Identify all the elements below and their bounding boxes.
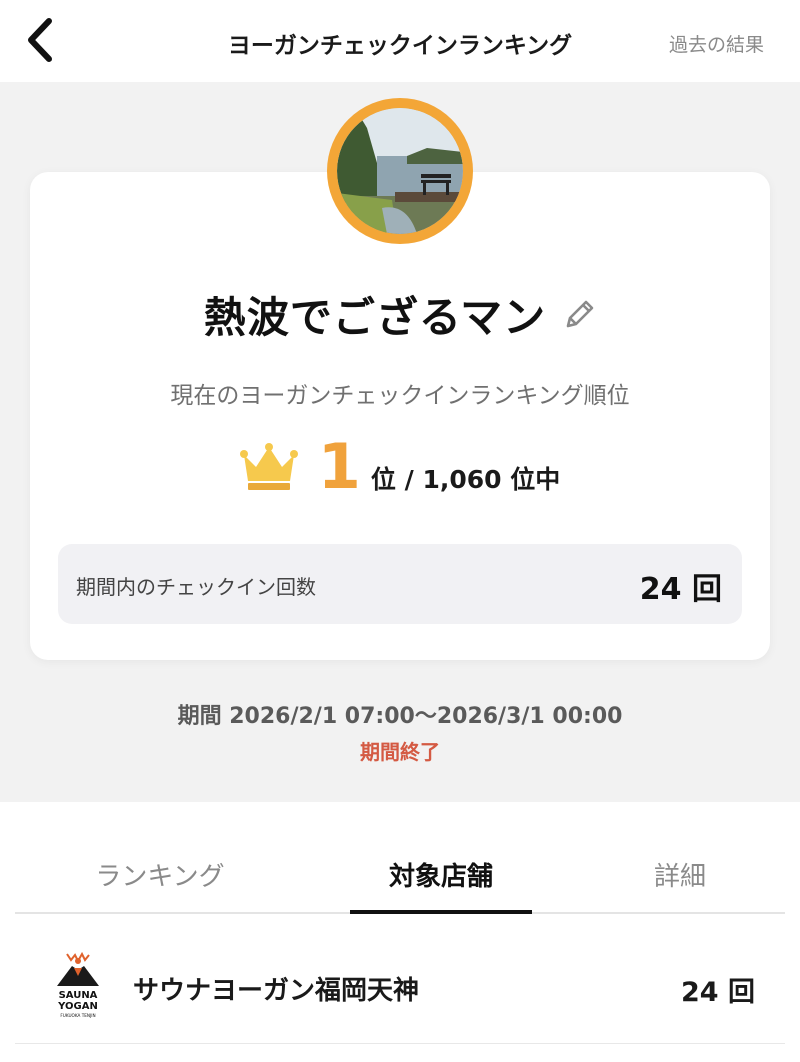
tab-ranking[interactable]: ランキング (55, 856, 265, 914)
rank-number: 1 (317, 430, 361, 503)
store-logo: SAUNA YOGAN FUKUOKA TENJIN (57, 952, 99, 1018)
crown-icon (239, 443, 298, 491)
pencil-icon (566, 300, 594, 327)
checkin-count-box: 期間内のチェックイン回数 24 回 (58, 544, 742, 624)
svg-text:YOGAN: YOGAN (57, 1001, 98, 1012)
checkin-count: 24 回 (639, 572, 722, 607)
edit-username-button[interactable] (562, 298, 596, 332)
header-bar: ヨーガンチェックインランキング 過去の結果 (0, 0, 800, 82)
tab-details[interactable]: 詳細 (575, 856, 785, 914)
checkin-label: 期間内のチェックイン回数 (76, 575, 316, 599)
username: 熱波でござるマン (203, 293, 547, 342)
rank-total: 位 / 1,060 位中 (370, 465, 561, 494)
ranking-card: 熱波でござるマン 現在のヨーガンチェックインランキング順位 1 位 / 1,06… (30, 172, 770, 660)
summary-area: 熱波でござるマン 現在のヨーガンチェックインランキング順位 1 位 / 1,06… (0, 82, 800, 802)
period-status: 期間終了 (360, 740, 440, 764)
store-checkin-count: 24 回 (681, 977, 755, 1008)
avatar[interactable] (327, 98, 473, 244)
rank-caption: 現在のヨーガンチェックインランキング順位 (170, 383, 630, 409)
ranking-page: ヨーガンチェックインランキング 過去の結果 熱波でござるマン 現在のヨーガンチェ… (0, 0, 800, 1062)
period-range: 期間 2026/2/1 07:00～2026/3/1 00:00 (177, 704, 623, 729)
past-results-link[interactable]: 過去の結果 (669, 30, 764, 57)
tab-target-stores[interactable]: 対象店舗 (350, 856, 532, 914)
store-name: サウナヨーガン福岡天神 (133, 976, 420, 1006)
avatar-photo (337, 108, 463, 234)
rank-row: 1 位 / 1,060 位中 (30, 436, 770, 498)
svg-text:FUKUOKA TENJIN: FUKUOKA TENJIN (60, 1013, 95, 1018)
username-row: 熱波でござるマン (30, 284, 770, 345)
svg-text:SAUNA: SAUNA (59, 990, 98, 1001)
list-item[interactable]: SAUNA YOGAN FUKUOKA TENJIN サウナヨーガン福岡天神 2… (15, 916, 785, 1044)
tab-bar: ランキング 対象店舗 詳細 (15, 838, 785, 914)
